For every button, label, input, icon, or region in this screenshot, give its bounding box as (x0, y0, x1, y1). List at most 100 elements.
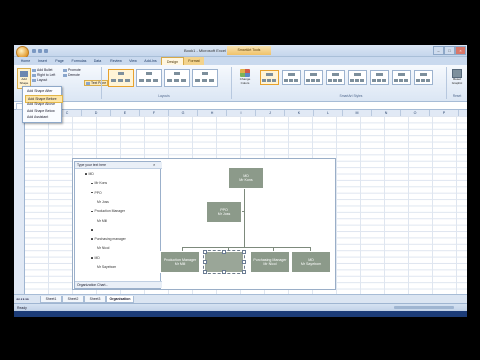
tab-page-layout[interactable]: Page Layout (50, 57, 69, 71)
style-shape (420, 73, 427, 76)
menu-item-add-shape-above[interactable]: Add Shape Above (25, 101, 61, 107)
formula-bar[interactable]: fx (14, 102, 467, 110)
layout-thumbnail[interactable] (164, 69, 190, 87)
sheet-nav-arrows[interactable]: ◂◂ ◂ ▸ ▸▸ (16, 297, 36, 301)
child-box-4[interactable]: MD Mr Sayebom (291, 251, 331, 273)
tab-add-ins[interactable]: Add-Ins (142, 57, 159, 65)
style-shape (266, 73, 273, 76)
reset-graphic-button[interactable]: Reset Graphic (449, 69, 465, 89)
text-pane-entry[interactable]: MD (91, 256, 100, 260)
style-thumbnail[interactable] (348, 70, 367, 85)
group-separator (231, 67, 232, 99)
minimize-button[interactable]: – (433, 46, 444, 55)
tab-data[interactable]: Data (89, 57, 106, 65)
menu-item-add-shape-below[interactable]: Add Shape Below (25, 108, 61, 114)
selection-handle[interactable] (242, 260, 246, 264)
selection-handle[interactable] (203, 250, 207, 254)
tab-format[interactable]: Format (184, 57, 204, 65)
tab-insert[interactable]: Insert (36, 57, 49, 65)
tab-formulas[interactable]: Formulas (70, 57, 88, 65)
style-thumbnail[interactable] (326, 70, 345, 85)
save-icon[interactable] (32, 49, 36, 53)
ribbon-item-right-to-left[interactable]: Right to Left (32, 73, 55, 77)
bullet-icon (91, 229, 93, 231)
layout-thumbnail[interactable] (108, 69, 134, 87)
top-box[interactable]: MD Mr Kons (228, 167, 264, 189)
style-shape (289, 79, 293, 82)
group-separator (101, 67, 102, 99)
style-thumbnail[interactable] (414, 70, 433, 85)
selection-handle[interactable] (242, 270, 246, 274)
child-box-1-line2: Mr Mill (174, 262, 186, 266)
ribbon-item-add-bullet[interactable]: Add Bullet (32, 68, 52, 72)
bullet-icon (91, 238, 93, 240)
text-pane-entry[interactable]: Mr Joss (97, 200, 109, 204)
assistant-box[interactable]: PPO Mr Joss (206, 201, 242, 223)
selection-handle[interactable] (203, 260, 207, 264)
promote-icon (63, 68, 67, 72)
style-thumbnail[interactable] (370, 70, 389, 85)
bullet-icon (91, 182, 93, 185)
text-pane-entry-text: Mr Joss (97, 199, 109, 204)
text-pane-entry[interactable]: Production Manager (91, 209, 125, 213)
text-pane-entry[interactable]: Mr Nicol (97, 246, 109, 250)
layout-top-shape (174, 72, 180, 75)
maximize-button[interactable]: □ (444, 46, 455, 55)
zoom-slider[interactable] (394, 306, 454, 309)
sheet-tab-organisation[interactable]: Organisation (106, 296, 134, 303)
text-pane-entry[interactable]: PPO (91, 191, 102, 195)
undo-icon[interactable] (38, 49, 42, 53)
text-pane-entry-text: Mr Sayebom (97, 265, 117, 269)
ribbon-item-demote[interactable]: Demote (63, 73, 80, 77)
style-shape (332, 73, 339, 76)
layout-child-shape (202, 79, 207, 82)
ribbon-item-promote[interactable]: Promote (63, 68, 81, 72)
bullet-icon (91, 257, 93, 259)
selection-handle[interactable] (222, 270, 226, 274)
style-thumbnail[interactable] (282, 70, 301, 85)
sheet-tab-sheet3[interactable]: Sheet3 (84, 296, 106, 303)
tab-review[interactable]: Review (108, 57, 124, 65)
assistant-box-line2: Mr Joss (217, 212, 231, 216)
style-thumbnail[interactable] (392, 70, 411, 85)
menu-item-add-assistant[interactable]: Add Assistant (25, 114, 61, 120)
text-pane-footer[interactable]: Organization Chart... (75, 281, 162, 288)
text-pane-entry[interactable] (91, 228, 95, 232)
redo-icon[interactable] (44, 49, 48, 53)
layout-child-shape (111, 79, 116, 82)
layouts-gallery[interactable] (104, 65, 224, 95)
close-icon[interactable]: × (153, 162, 155, 168)
sheet-tab-sheet2[interactable]: Sheet2 (62, 296, 84, 303)
text-pane-entry-text: Mr Nicol (97, 246, 110, 251)
text-pane-entry[interactable]: Purchasing manager (91, 237, 126, 241)
bullet-icon (85, 173, 87, 175)
selection-handle[interactable] (203, 270, 207, 274)
add-shape-label: Add Shape (19, 77, 29, 85)
style-thumbnail[interactable] (260, 70, 279, 85)
child-box-3[interactable]: Purchasing Manager Mr Nicol (250, 251, 290, 273)
style-thumbnail[interactable] (304, 70, 323, 85)
sheet-tab-sheet1[interactable]: Sheet1 (40, 296, 62, 303)
selection-handle[interactable] (222, 250, 226, 254)
selection-handle[interactable] (242, 250, 246, 254)
layout-thumbnail[interactable] (136, 69, 162, 87)
text-pane-entry-text: MD (88, 172, 94, 176)
child-box-1[interactable]: Production Manager Mr Mill (160, 251, 200, 273)
layout-child-shape (167, 79, 172, 82)
smartart-styles-gallery[interactable] (256, 65, 446, 95)
text-pane-entry[interactable]: MD (85, 172, 94, 176)
close-button[interactable]: × (455, 46, 466, 55)
text-pane-entry[interactable]: Mr Mill (97, 219, 107, 223)
ribbon-item-layout[interactable]: Layout (32, 78, 47, 82)
layout-thumbnail[interactable] (192, 69, 218, 87)
ribbon-tabs: HomeInsertPage LayoutFormulasDataReviewV… (14, 57, 467, 71)
layout-top-shape (146, 72, 152, 75)
change-colors-button[interactable]: Change Colors (236, 69, 254, 89)
text-pane-entry[interactable]: Mr Sayebom (97, 265, 116, 269)
tab-home[interactable]: Home (17, 57, 34, 65)
tab-view[interactable]: View (126, 57, 140, 65)
menu-item-add-shape-after[interactable]: Add Shape After (25, 88, 61, 94)
text-pane[interactable]: Type your text here × MD Mr Kons PPO Mr Jos… (74, 161, 162, 289)
bullet-icon (91, 210, 93, 213)
text-pane-entry[interactable]: Mr Kons (91, 181, 107, 185)
